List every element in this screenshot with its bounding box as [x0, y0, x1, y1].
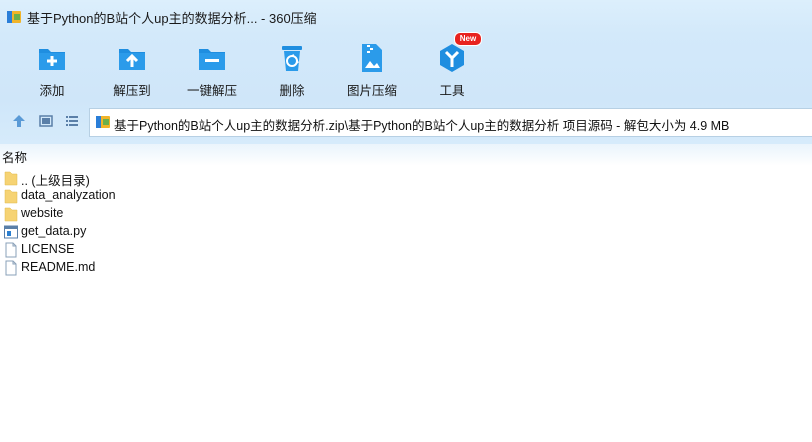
folder-icon — [4, 171, 18, 186]
list-item-folder[interactable]: website — [0, 205, 400, 223]
folder-icon — [4, 189, 18, 204]
file-name: LICENSE — [21, 242, 75, 256]
tools-button[interactable]: 工具 — [416, 38, 488, 98]
extract-to-button[interactable]: 解压到 — [96, 38, 168, 98]
one-click-extract-button-label: 一键解压 — [186, 84, 237, 98]
delete-button[interactable]: 删除 — [256, 38, 328, 98]
python-file-icon — [4, 225, 18, 239]
column-header-name[interactable]: 名称 — [2, 147, 27, 166]
one-click-extract-icon — [199, 49, 225, 70]
list-header — [0, 144, 812, 166]
list-item-file[interactable]: get_data.py — [0, 223, 400, 241]
extract-to-button-label: 解压到 — [113, 84, 151, 98]
list-view-icon[interactable] — [65, 114, 79, 128]
image-compress-button-label: 图片压缩 — [346, 84, 397, 98]
tools-button-label: 工具 — [439, 84, 465, 98]
folder-icon — [4, 207, 18, 222]
one-click-extract-button[interactable]: 一键解压 — [176, 38, 248, 98]
list-item-parent-directory[interactable]: .. (上级目录) — [0, 169, 400, 188]
file-name: README.md — [21, 260, 96, 274]
add-folder-icon — [39, 49, 65, 70]
add-button-label: 添加 — [39, 84, 65, 98]
list-item-folder[interactable]: data_analyzation — [0, 187, 400, 205]
up-arrow-icon[interactable] — [12, 114, 26, 128]
file-name: get_data.py — [21, 224, 87, 238]
delete-button-label: 删除 — [279, 84, 305, 98]
document-icon — [5, 242, 17, 258]
window-title: 基于Python的B站个人up主的数据分析... - 360压缩 — [27, 11, 317, 26]
file-name: website — [21, 206, 64, 220]
address-path: 基于Python的B站个人up主的数据分析.zip\基于Python的B站个人u… — [114, 119, 730, 133]
document-icon — [5, 260, 17, 276]
thumbnail-view-icon[interactable] — [39, 114, 53, 128]
toolbar: 添加 解压到 一键解压 删除 图片压缩 工具 New — [0, 32, 812, 100]
address-bar[interactable]: 基于Python的B站个人up主的数据分析.zip\基于Python的B站个人u… — [89, 108, 812, 137]
tools-icon — [440, 44, 464, 72]
list-item-file[interactable]: README.md — [0, 259, 400, 277]
extract-to-icon — [119, 49, 145, 70]
new-badge: New — [454, 32, 482, 46]
add-button[interactable]: 添加 — [16, 38, 88, 98]
archive-icon — [96, 116, 110, 128]
recycle-bin-icon — [282, 46, 302, 71]
file-name: data_analyzation — [21, 188, 116, 202]
image-compress-icon — [362, 44, 382, 72]
title-bar: 基于Python的B站个人up主的数据分析... - 360压缩 — [0, 0, 812, 34]
image-compress-button[interactable]: 图片压缩 — [336, 38, 408, 98]
app-logo-icon — [7, 11, 21, 23]
list-item-file[interactable]: LICENSE — [0, 241, 400, 259]
